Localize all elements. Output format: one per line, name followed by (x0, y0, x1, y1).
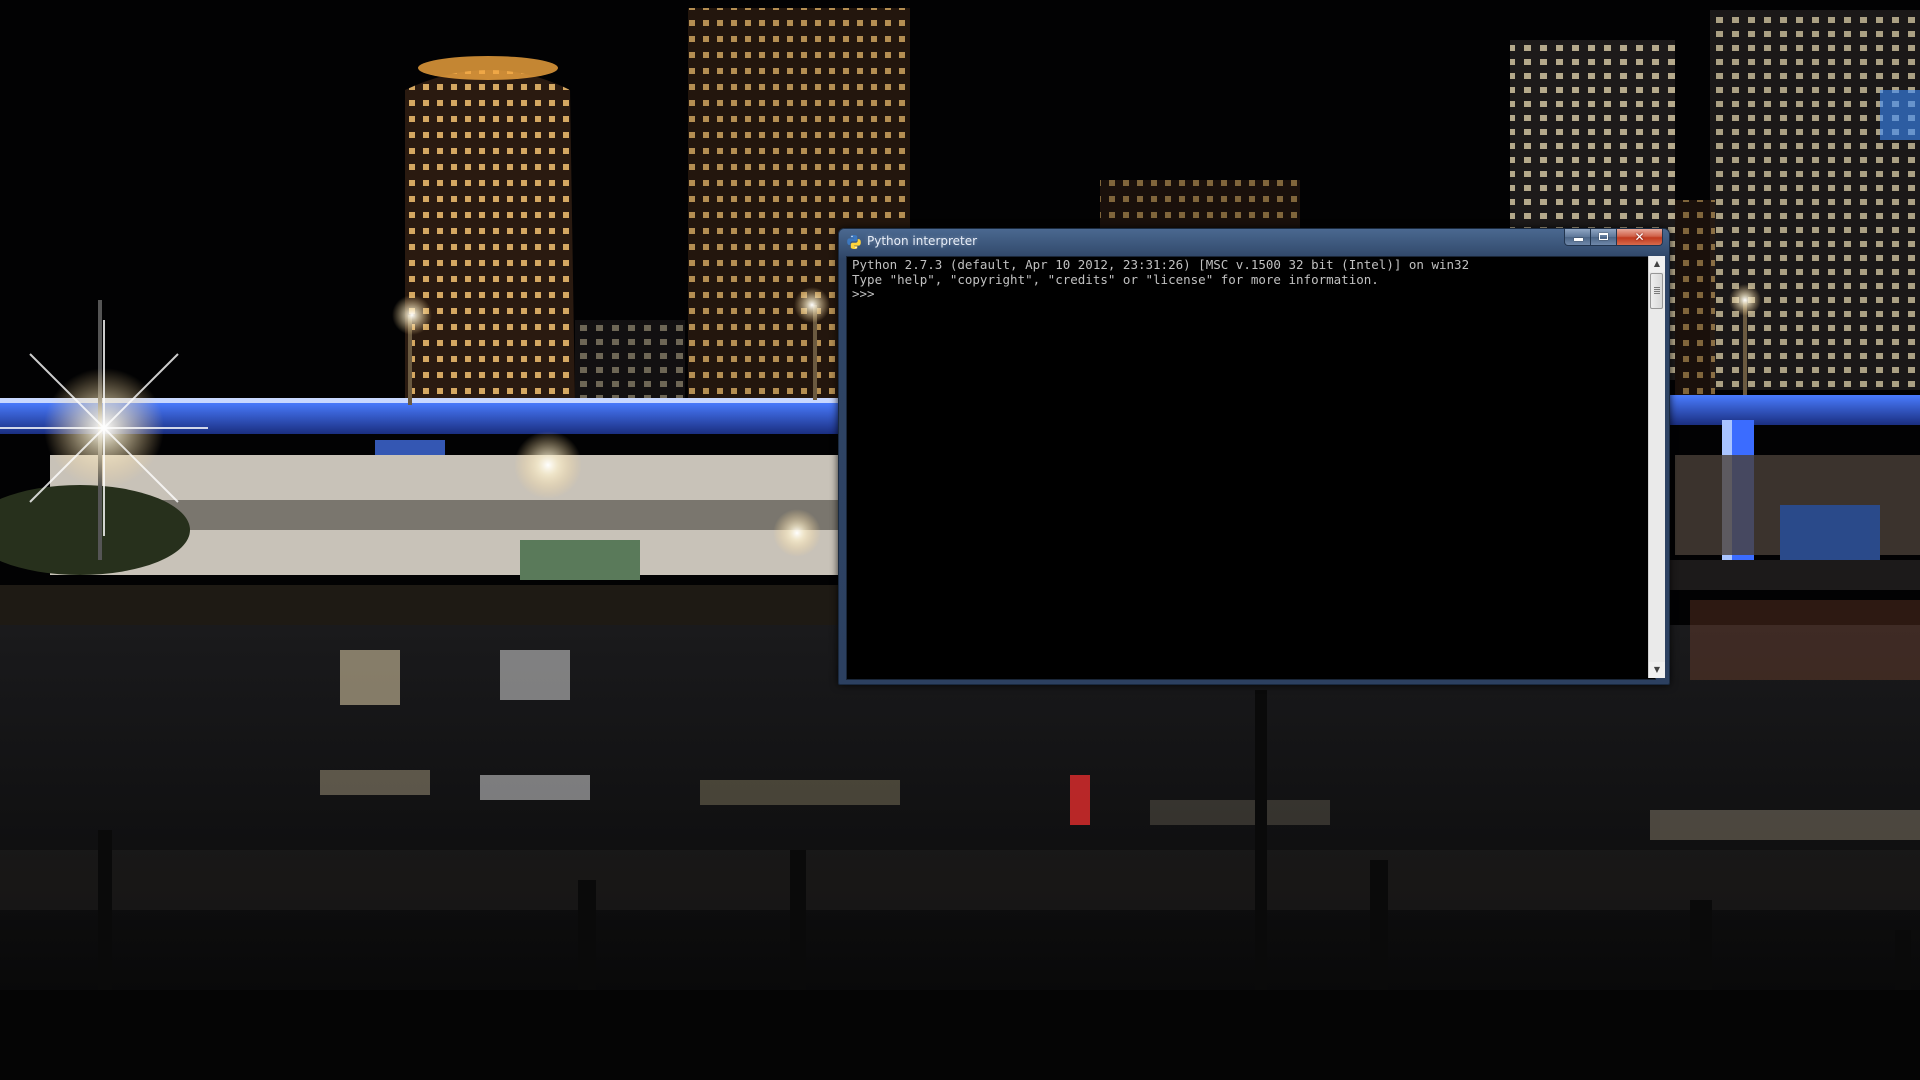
console-text: Python 2.7.3 (default, Apr 10 2012, 23:3… (852, 257, 1470, 302)
scroll-down-button[interactable]: ▼ (1649, 662, 1665, 678)
close-icon: ✕ (1634, 230, 1645, 244)
vertical-scrollbar[interactable]: ▲ ▼ (1648, 256, 1665, 678)
maximize-icon (1599, 233, 1608, 240)
window-title: Python interpreter (867, 234, 978, 248)
title-bar[interactable]: Python interpreter ✕ (839, 229, 1669, 255)
minimize-icon (1574, 238, 1583, 241)
scroll-thumb[interactable] (1650, 273, 1663, 309)
scroll-down-icon: ▼ (1653, 665, 1661, 674)
console-line-version: Python 2.7.3 (default, Apr 10 2012, 23:3… (852, 257, 1470, 272)
python-interpreter-window[interactable]: Python interpreter ✕ Python 2.7.3 (defau… (838, 228, 1670, 685)
scroll-grip-icon (1654, 287, 1660, 294)
close-button[interactable]: ✕ (1617, 229, 1663, 246)
scroll-up-button[interactable]: ▲ (1649, 256, 1665, 272)
caption-buttons: ✕ (1564, 229, 1663, 247)
desktop: Python interpreter ✕ Python 2.7.3 (defau… (0, 0, 1920, 1080)
minimize-button[interactable] (1564, 229, 1591, 246)
console-prompt[interactable]: >>> (852, 286, 882, 301)
scroll-up-icon: ▲ (1653, 259, 1661, 268)
console-output[interactable]: Python 2.7.3 (default, Apr 10 2012, 23:3… (846, 256, 1656, 680)
python-icon (847, 235, 861, 249)
console-line-help: Type "help", "copyright", "credits" or "… (852, 271, 1379, 287)
maximize-button[interactable] (1591, 229, 1617, 246)
